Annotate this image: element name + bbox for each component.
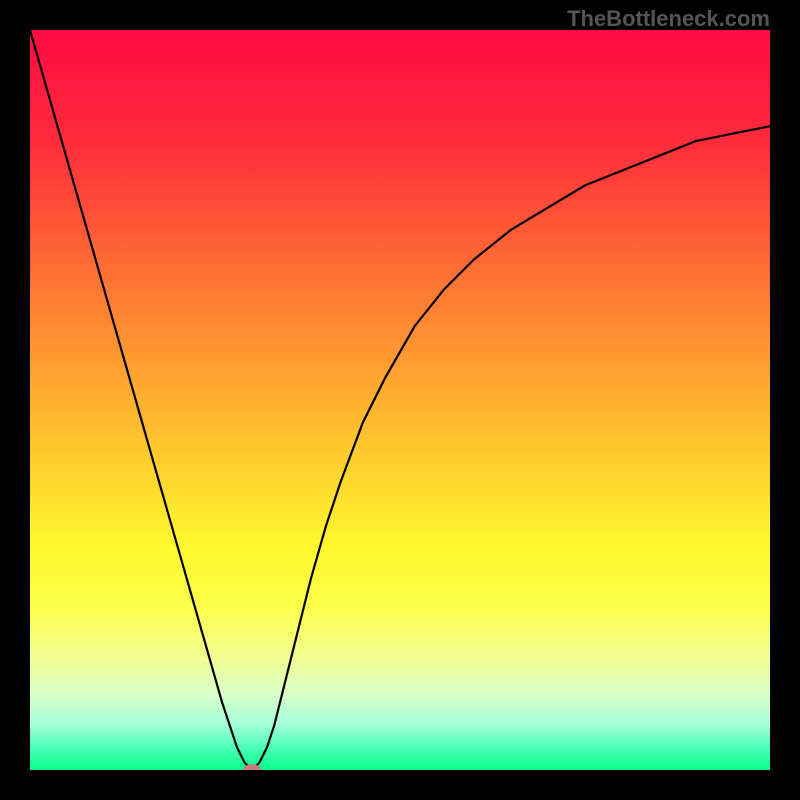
gradient-background bbox=[30, 30, 770, 770]
chart-svg bbox=[30, 30, 770, 770]
plot-area bbox=[30, 30, 770, 770]
chart-container: TheBottleneck.com bbox=[0, 0, 800, 800]
attribution-text: TheBottleneck.com bbox=[567, 6, 770, 32]
